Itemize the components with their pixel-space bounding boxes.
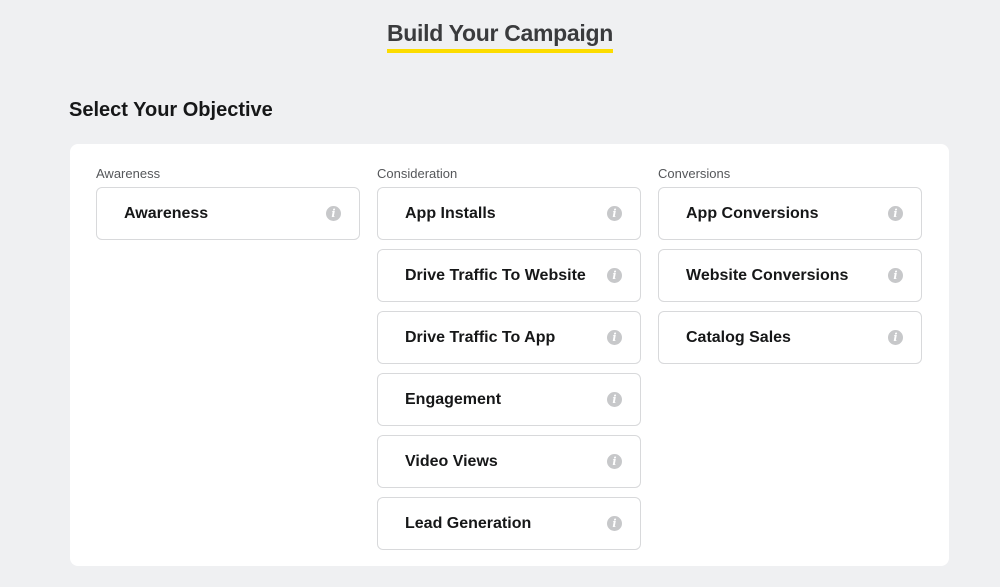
info-icon[interactable]: i — [607, 392, 622, 407]
section-title: Select Your Objective — [69, 99, 273, 121]
option-label: Website Conversions — [686, 267, 849, 284]
info-icon[interactable]: i — [888, 330, 903, 345]
option-label: Awareness — [124, 205, 209, 222]
option-label: Video Views — [405, 453, 498, 470]
objective-option-website-conversions[interactable]: Website Conversions i — [658, 249, 922, 302]
column-consideration: Consideration App Installs i Drive Traff… — [377, 166, 641, 559]
option-label: Drive Traffic To Website — [405, 267, 586, 284]
option-label: Lead Generation — [405, 515, 532, 532]
option-label: App Conversions — [686, 205, 819, 222]
objective-option-video-views[interactable]: Video Views i — [377, 435, 641, 488]
info-icon[interactable]: i — [607, 268, 622, 283]
column-label: Awareness — [96, 166, 161, 181]
objective-option-engagement[interactable]: Engagement i — [377, 373, 641, 426]
objective-option-awareness[interactable]: Awareness i — [96, 187, 360, 240]
option-label: Engagement — [405, 391, 502, 408]
objective-option-app-conversions[interactable]: App Conversions i — [658, 187, 922, 240]
info-icon[interactable]: i — [607, 330, 622, 345]
info-icon[interactable]: i — [607, 516, 622, 531]
column-awareness: Awareness Awareness i — [96, 166, 360, 249]
page-header: Build Your Campaign — [0, 18, 1000, 53]
objective-option-lead-generation[interactable]: Lead Generation i — [377, 497, 641, 550]
info-icon[interactable]: i — [607, 206, 622, 221]
option-label: Drive Traffic To App — [405, 329, 556, 346]
info-icon[interactable]: i — [326, 206, 341, 221]
column-label: Conversions — [658, 166, 731, 181]
info-icon[interactable]: i — [888, 268, 903, 283]
info-icon[interactable]: i — [607, 454, 622, 469]
objective-option-drive-traffic-to-website[interactable]: Drive Traffic To Website i — [377, 249, 641, 302]
column-label: Consideration — [377, 166, 458, 181]
option-label: Catalog Sales — [686, 329, 791, 346]
objective-card: Awareness Awareness i Consideration App … — [70, 144, 949, 566]
objective-option-drive-traffic-to-app[interactable]: Drive Traffic To App i — [377, 311, 641, 364]
column-conversions: Conversions App Conversions i Website Co… — [658, 166, 922, 373]
page-title: Build Your Campaign — [386, 18, 613, 53]
objective-option-app-installs[interactable]: App Installs i — [377, 187, 641, 240]
info-icon[interactable]: i — [888, 206, 903, 221]
option-label: App Installs — [405, 205, 496, 222]
objective-option-catalog-sales[interactable]: Catalog Sales i — [658, 311, 922, 364]
